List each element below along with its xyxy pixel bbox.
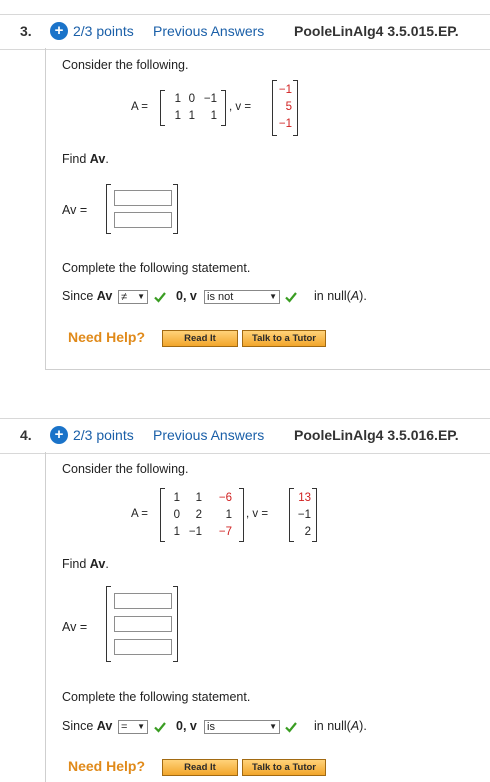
consider-text: Consider the following. — [62, 462, 189, 476]
since-text: Since Av — [62, 719, 113, 733]
question-number: 3. — [20, 23, 32, 39]
talk-to-tutor-button[interactable]: Talk to a Tutor — [242, 330, 326, 347]
question-number: 4. — [20, 427, 32, 443]
av-label: Av = — [62, 620, 88, 634]
matrix-cell: −1 — [203, 93, 217, 105]
vector-cell: −1 — [297, 509, 311, 521]
find-av: Av — [89, 557, 106, 571]
find-av: Av — [89, 152, 106, 166]
operator-select[interactable]: = ▼ — [118, 720, 148, 734]
matrix-cell: −1 — [188, 526, 202, 538]
since-text: Since Av — [62, 289, 113, 303]
null-text: in null(A). — [314, 719, 367, 733]
is-select[interactable]: is ▼ — [204, 720, 280, 734]
previous-answers-link[interactable]: Previous Answers — [153, 427, 264, 443]
matrix-cell: 2 — [195, 509, 202, 521]
answer-vector — [106, 586, 178, 662]
need-help-label: Need Help? — [68, 329, 146, 345]
check-icon — [285, 722, 297, 733]
consider-text: Consider the following. — [62, 58, 189, 72]
q3-panel: Consider the following. A = 1 0 −1 1 1 1… — [45, 48, 490, 370]
zero-v-text: 0, v — [176, 719, 197, 733]
matrix-cell: 1 — [225, 509, 232, 521]
matrix-cell: −7 — [218, 526, 232, 538]
vector-cell: −1 — [278, 118, 292, 130]
matrix-cell: −6 — [218, 492, 232, 504]
matrix-A: 1 1 −6 0 2 1 1 −1 −7 — [160, 488, 244, 542]
matrix-cell: 1 — [173, 526, 180, 538]
complete-text: Complete the following statement. — [62, 261, 251, 275]
vector-v-label: , v = — [246, 508, 269, 520]
matrix-cell: 1 — [173, 492, 180, 504]
answer-input-3[interactable] — [114, 639, 172, 655]
need-help-label: Need Help? — [68, 758, 146, 774]
read-it-button[interactable]: Read It — [162, 759, 238, 776]
matrix-A: 1 0 −1 1 1 1 — [160, 90, 226, 126]
vector-cell: 13 — [298, 492, 311, 504]
expand-plus-icon[interactable]: + — [50, 426, 68, 444]
vector-cell: −1 — [278, 84, 292, 96]
q4-panel: Consider the following. A = 1 1 −6 0 2 1… — [45, 452, 490, 782]
answer-input-2[interactable] — [114, 616, 172, 632]
av-label: Av = — [62, 203, 88, 217]
find-text: Find Av. — [62, 152, 109, 166]
check-icon — [154, 722, 166, 733]
talk-to-tutor-button[interactable]: Talk to a Tutor — [242, 759, 326, 776]
q3-header: 3. + 2/3 points Previous Answers PooleLi… — [0, 14, 490, 50]
complete-text: Complete the following statement. — [62, 690, 251, 704]
zero-v-text: 0, v — [176, 289, 197, 303]
check-icon — [154, 292, 166, 303]
answer-input-1[interactable] — [114, 593, 172, 609]
points-link[interactable]: 2/3 points — [73, 427, 134, 443]
answer-input-2[interactable] — [114, 212, 172, 228]
vector-v-label: , v = — [229, 101, 252, 113]
null-text: in null(A). — [314, 289, 367, 303]
expand-plus-icon[interactable]: + — [50, 22, 68, 40]
check-icon — [285, 292, 297, 303]
matrix-cell: 1 — [195, 492, 202, 504]
matrix-cell: 1 — [210, 110, 217, 122]
matrix-A-label: A = — [131, 508, 148, 520]
problem-code: PooleLinAlg4 3.5.016.EP. — [294, 427, 459, 443]
matrix-cell: 0 — [188, 93, 195, 105]
previous-answers-link[interactable]: Previous Answers — [153, 23, 264, 39]
points-link[interactable]: 2/3 points — [73, 23, 134, 39]
read-it-button[interactable]: Read It — [162, 330, 238, 347]
answer-vector — [106, 184, 178, 234]
vector-cell: 2 — [304, 526, 311, 538]
vector-v: −1 5 −1 — [272, 80, 298, 136]
is-select[interactable]: is not ▼ — [204, 290, 280, 304]
vector-v: 13 −1 2 — [289, 488, 317, 542]
vector-cell: 5 — [285, 101, 292, 113]
answer-input-1[interactable] — [114, 190, 172, 206]
find-text: Find Av. — [62, 557, 109, 571]
q4-header: 4. + 2/3 points Previous Answers PooleLi… — [0, 418, 490, 454]
matrix-A-label: A = — [131, 101, 148, 113]
problem-code: PooleLinAlg4 3.5.015.EP. — [294, 23, 459, 39]
operator-select[interactable]: ≠ ▼ — [118, 290, 148, 304]
matrix-cell: 0 — [173, 509, 180, 521]
matrix-cell: 1 — [188, 110, 195, 122]
